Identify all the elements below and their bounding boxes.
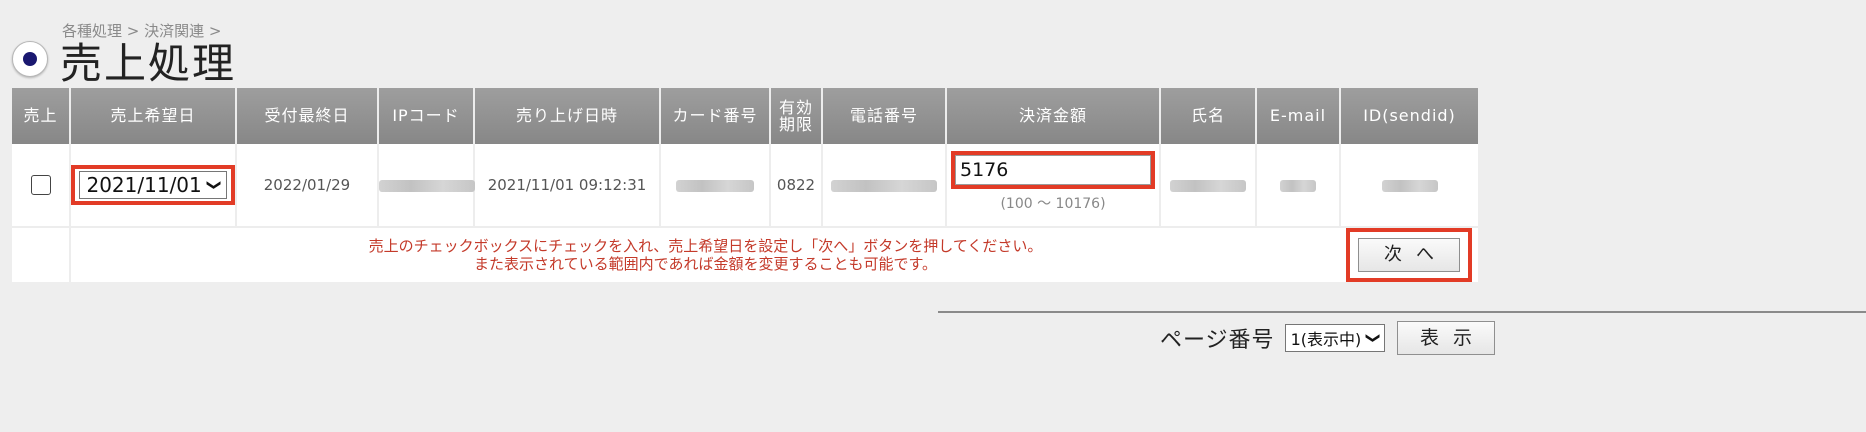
col-header-name: 氏名 [1160, 88, 1257, 144]
bullet-icon [12, 41, 48, 77]
amount-cell: 5176 (100 ～ 10176) [946, 144, 1161, 227]
email-cell [1256, 144, 1341, 227]
col-header-deadline: 受付最終日 [236, 88, 379, 144]
next-button[interactable]: 次へ [1358, 238, 1460, 272]
next-cell: 次へ [1340, 226, 1478, 282]
page-number-label: ページ番号 [1160, 328, 1275, 353]
desired-date-select[interactable]: 2021/11/01 ❯ [79, 171, 227, 199]
card-number-cell [660, 144, 771, 227]
ip-code-cell [378, 144, 475, 227]
message-row: 売上のチェックボックスにチェックを入れ、売上希望日を設定し「次へ」ボタンを押して… [12, 226, 1478, 282]
col-header-expiry: 有効 期限 [770, 88, 823, 144]
name-cell [1160, 144, 1257, 227]
chevron-down-icon: ❯ [205, 179, 222, 191]
col-header-sendid: ID(sendid) [1340, 88, 1478, 144]
col-header-sale: 売上 [12, 88, 71, 144]
sendid-cell [1340, 144, 1478, 227]
col-header-phone: 電話番号 [822, 88, 947, 144]
deadline-cell: 2022/01/29 [236, 144, 379, 227]
instruction-line-2: また表示されている範囲内であれば金額を変更することも可能です。 [474, 255, 937, 273]
pager: ページ番号 1(表示中) ❯ 表示 [1160, 320, 1495, 356]
phone-cell [822, 144, 947, 227]
sales-table: 売上 売上希望日 受付最終日 IPコード 売り上げ日時 カード番号 有効 期限 … [12, 88, 1478, 282]
redacted-phone [831, 179, 937, 192]
next-button-highlight: 次へ [1346, 228, 1472, 282]
expiry-cell: 0822 [770, 144, 823, 227]
col-header-ip-code: IPコード [378, 88, 475, 144]
amount-range: (100 ～ 10176) [1000, 196, 1106, 212]
desired-date-highlight: 2021/11/01 ❯ [71, 165, 235, 205]
table-row: 2021/11/01 ❯ 2022/01/29 2021/11/01 09:12… [12, 144, 1478, 227]
redacted-sendid [1381, 179, 1438, 192]
redacted-email [1280, 179, 1316, 192]
col-header-card-number: カード番号 [660, 88, 771, 144]
chevron-down-icon: ❯ [1365, 332, 1382, 344]
col-header-desired-date: 売上希望日 [70, 88, 237, 144]
desired-date-cell: 2021/11/01 ❯ [70, 144, 237, 227]
amount-input[interactable]: 5176 [955, 155, 1151, 185]
desired-date-value: 2021/11/01 [86, 173, 202, 197]
redacted-ip-code [379, 179, 475, 192]
amount-highlight: 5176 [951, 151, 1155, 189]
redacted-card-number [676, 179, 754, 192]
sale-datetime-cell: 2021/11/01 09:12:31 [474, 144, 661, 227]
page-number-value: 1(表示中) [1290, 330, 1362, 349]
sale-cell [12, 144, 71, 227]
redacted-name [1170, 179, 1246, 192]
col-header-email: E-mail [1256, 88, 1341, 144]
sale-checkbox[interactable] [30, 175, 51, 195]
message-spacer-cell [12, 226, 71, 282]
page-number-select[interactable]: 1(表示中) ❯ [1284, 324, 1385, 352]
show-button[interactable]: 表示 [1396, 321, 1495, 355]
table-header-row: 売上 売上希望日 受付最終日 IPコード 売り上げ日時 カード番号 有効 期限 … [12, 88, 1478, 144]
col-header-sale-datetime: 売り上げ日時 [474, 88, 661, 144]
message-cell: 売上のチェックボックスにチェックを入れ、売上希望日を設定し「次へ」ボタンを押して… [70, 226, 1340, 282]
instruction-line-1: 売上のチェックボックスにチェックを入れ、売上希望日を設定し「次へ」ボタンを押して… [368, 237, 1043, 255]
divider [938, 311, 1866, 313]
col-header-amount: 決済金額 [946, 88, 1161, 144]
page-title: 売上処理 [60, 39, 237, 88]
